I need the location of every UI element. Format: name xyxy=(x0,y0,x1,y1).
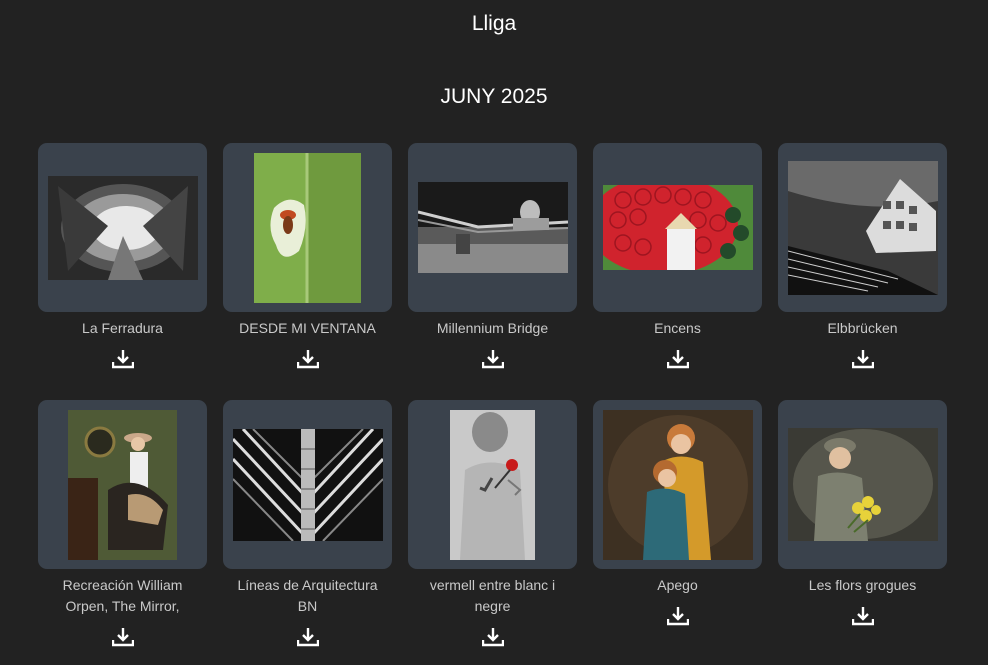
photo-thumbnail[interactable] xyxy=(450,409,535,560)
download-icon[interactable] xyxy=(666,347,690,371)
photo-card: Recreación William Orpen, The Mirror, xyxy=(38,400,207,665)
photo-title: Encens xyxy=(654,320,701,336)
photo-title: Apego xyxy=(657,577,698,593)
download-icon[interactable] xyxy=(296,625,320,649)
download-icon[interactable] xyxy=(481,625,505,649)
photo-card: Encens xyxy=(593,143,762,400)
photo-thumbnail[interactable] xyxy=(47,175,198,280)
photo-thumbnail[interactable] xyxy=(232,428,383,541)
download-icon[interactable] xyxy=(851,604,875,628)
photo-card: vermell entre blanc i negre xyxy=(408,400,577,665)
photo-frame[interactable] xyxy=(778,143,947,312)
photo-frame[interactable] xyxy=(223,143,392,312)
download-icon[interactable] xyxy=(296,347,320,371)
photo-card: DESDE MI VENTANA xyxy=(223,143,392,400)
photo-grid: La Ferradura DESDE MI VENTANA Millennium… xyxy=(38,143,948,665)
photo-card: Les flors grogues xyxy=(778,400,947,665)
photo-frame[interactable] xyxy=(778,400,947,569)
photo-frame[interactable] xyxy=(38,143,207,312)
photo-card: Elbbrücken xyxy=(778,143,947,400)
photo-thumbnail[interactable] xyxy=(602,409,753,560)
download-icon[interactable] xyxy=(111,625,135,649)
photo-thumbnail[interactable] xyxy=(787,160,938,295)
photo-title: Líneas de Arquitectura BN xyxy=(237,577,378,614)
photo-title: Millennium Bridge xyxy=(436,320,549,336)
photo-frame[interactable] xyxy=(593,143,762,312)
photo-frame[interactable] xyxy=(408,400,577,569)
photo-thumbnail[interactable] xyxy=(787,428,938,541)
photo-thumbnail[interactable] xyxy=(68,409,177,560)
page-title: Lliga xyxy=(471,12,517,35)
photo-title: La Ferradura xyxy=(82,320,163,336)
photo-frame[interactable] xyxy=(593,400,762,569)
photo-frame[interactable] xyxy=(408,143,577,312)
photo-card: Líneas de Arquitectura BN xyxy=(223,400,392,665)
photo-title: Les flors grogues xyxy=(808,577,917,593)
download-icon[interactable] xyxy=(111,347,135,371)
photo-card: Apego xyxy=(593,400,762,665)
photo-thumbnail[interactable] xyxy=(254,152,361,303)
photo-thumbnail[interactable] xyxy=(602,185,753,270)
download-icon[interactable] xyxy=(481,347,505,371)
photo-frame[interactable] xyxy=(223,400,392,569)
download-icon[interactable] xyxy=(851,347,875,371)
photo-title: vermell entre blanc i negre xyxy=(429,577,556,614)
month-title: JUNY 2025 xyxy=(440,85,548,108)
photo-title: Elbbrücken xyxy=(827,320,898,336)
download-icon[interactable] xyxy=(666,604,690,628)
photo-title: Recreación William Orpen, The Mirror, xyxy=(62,577,183,614)
photo-card: Millennium Bridge xyxy=(408,143,577,400)
photo-frame[interactable] xyxy=(38,400,207,569)
photo-thumbnail[interactable] xyxy=(417,182,568,273)
photo-title: DESDE MI VENTANA xyxy=(239,320,376,336)
photo-card: La Ferradura xyxy=(38,143,207,400)
